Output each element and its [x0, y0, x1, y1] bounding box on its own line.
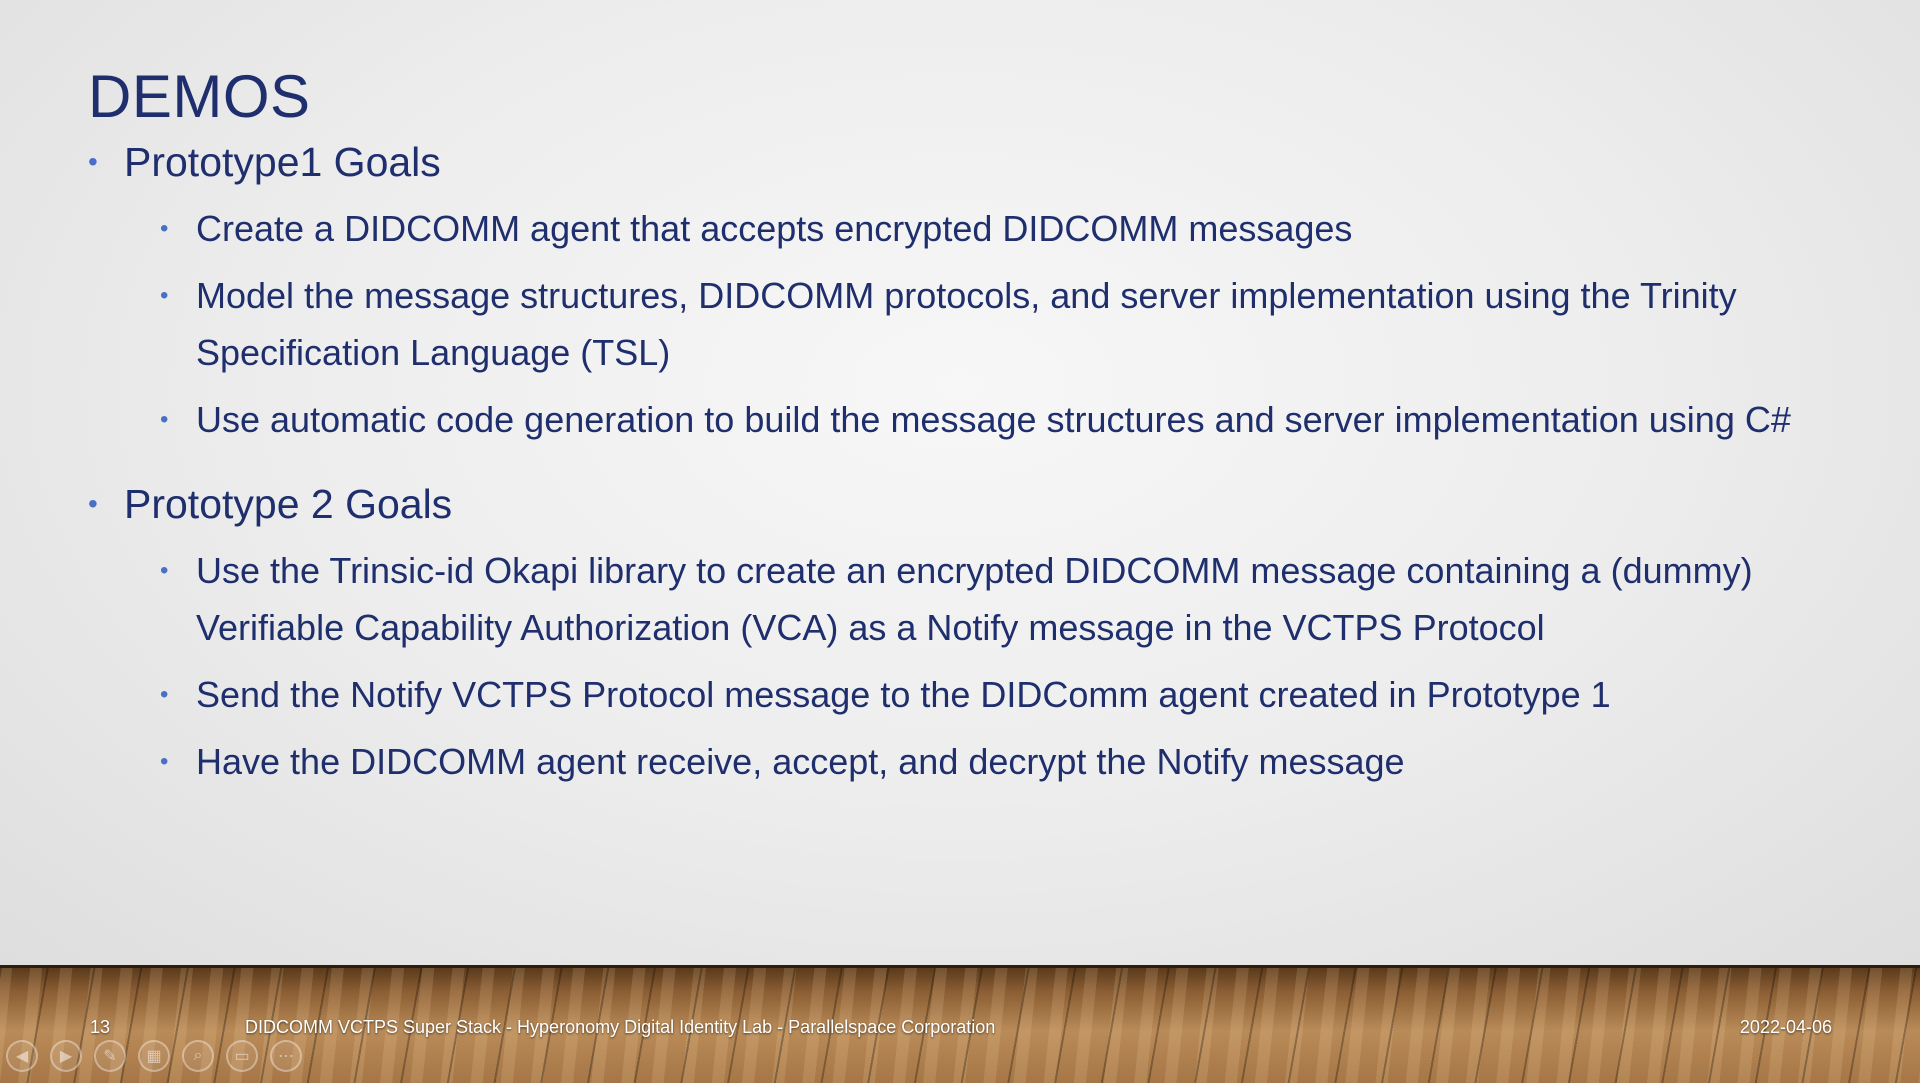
bullet-level-1: • Prototype1 Goals — [88, 134, 1848, 190]
bullet-icon: • — [160, 557, 169, 584]
section-prototype-1: • Prototype1 Goals • Create a DIDCOMM ag… — [88, 134, 1848, 448]
bullet-level-2: • Create a DIDCOMM agent that accepts en… — [88, 200, 1848, 257]
bullet-text: Create a DIDCOMM agent that accepts encr… — [196, 208, 1353, 249]
bullet-icon: • — [88, 146, 98, 177]
previous-icon[interactable]: ◀ — [6, 1040, 38, 1072]
bullet-level-2: • Have the DIDCOMM agent receive, accept… — [88, 733, 1848, 790]
bullet-text: Model the message structures, DIDCOMM pr… — [196, 275, 1737, 373]
more-icon[interactable]: ⋯ — [270, 1040, 302, 1072]
slide-canvas: DEMOS • Prototype1 Goals • Create a DIDC… — [0, 0, 1920, 965]
presentation-controls: ◀ ▶ ✎ ▦ ⌕ ▭ ⋯ — [6, 1040, 302, 1072]
footer-date: 2022-04-06 — [1739, 1017, 1832, 1037]
slides-icon[interactable]: ▦ — [138, 1040, 170, 1072]
slide-number: 13 — [90, 1017, 111, 1037]
bullet-text: Use the Trinsic-id Okapi library to crea… — [196, 550, 1753, 648]
section-heading: Prototype1 Goals — [124, 139, 441, 185]
slide-content: • Prototype1 Goals • Create a DIDCOMM ag… — [88, 134, 1848, 804]
footer-title: DIDCOMM VCTPS Super Stack - Hyperonomy D… — [245, 1017, 996, 1037]
bullet-level-1: • Prototype 2 Goals — [88, 476, 1848, 532]
zoom-icon[interactable]: ⌕ — [182, 1040, 214, 1072]
slide-title: DEMOS — [88, 63, 311, 130]
subtitles-icon[interactable]: ▭ — [226, 1040, 258, 1072]
bullet-icon: • — [160, 282, 169, 309]
bullet-icon: • — [88, 488, 98, 519]
section-prototype-2: • Prototype 2 Goals • Use the Trinsic-id… — [88, 476, 1848, 790]
next-icon[interactable]: ▶ — [50, 1040, 82, 1072]
bullet-text: Send the Notify VCTPS Protocol message t… — [196, 674, 1611, 715]
pen-icon[interactable]: ✎ — [94, 1040, 126, 1072]
bullet-level-2: • Model the message structures, DIDCOMM … — [88, 267, 1848, 381]
section-heading: Prototype 2 Goals — [124, 481, 453, 527]
bullet-text: Have the DIDCOMM agent receive, accept, … — [196, 741, 1405, 782]
bullet-icon: • — [160, 748, 169, 775]
bullet-level-2: • Use automatic code generation to build… — [88, 391, 1848, 448]
bullet-text: Use automatic code generation to build t… — [196, 399, 1791, 440]
bullet-level-2: • Send the Notify VCTPS Protocol message… — [88, 666, 1848, 723]
bullet-icon: • — [160, 681, 169, 708]
bullet-level-2: • Use the Trinsic-id Okapi library to cr… — [88, 542, 1848, 656]
bullet-icon: • — [160, 406, 169, 433]
bullet-icon: • — [160, 215, 169, 242]
